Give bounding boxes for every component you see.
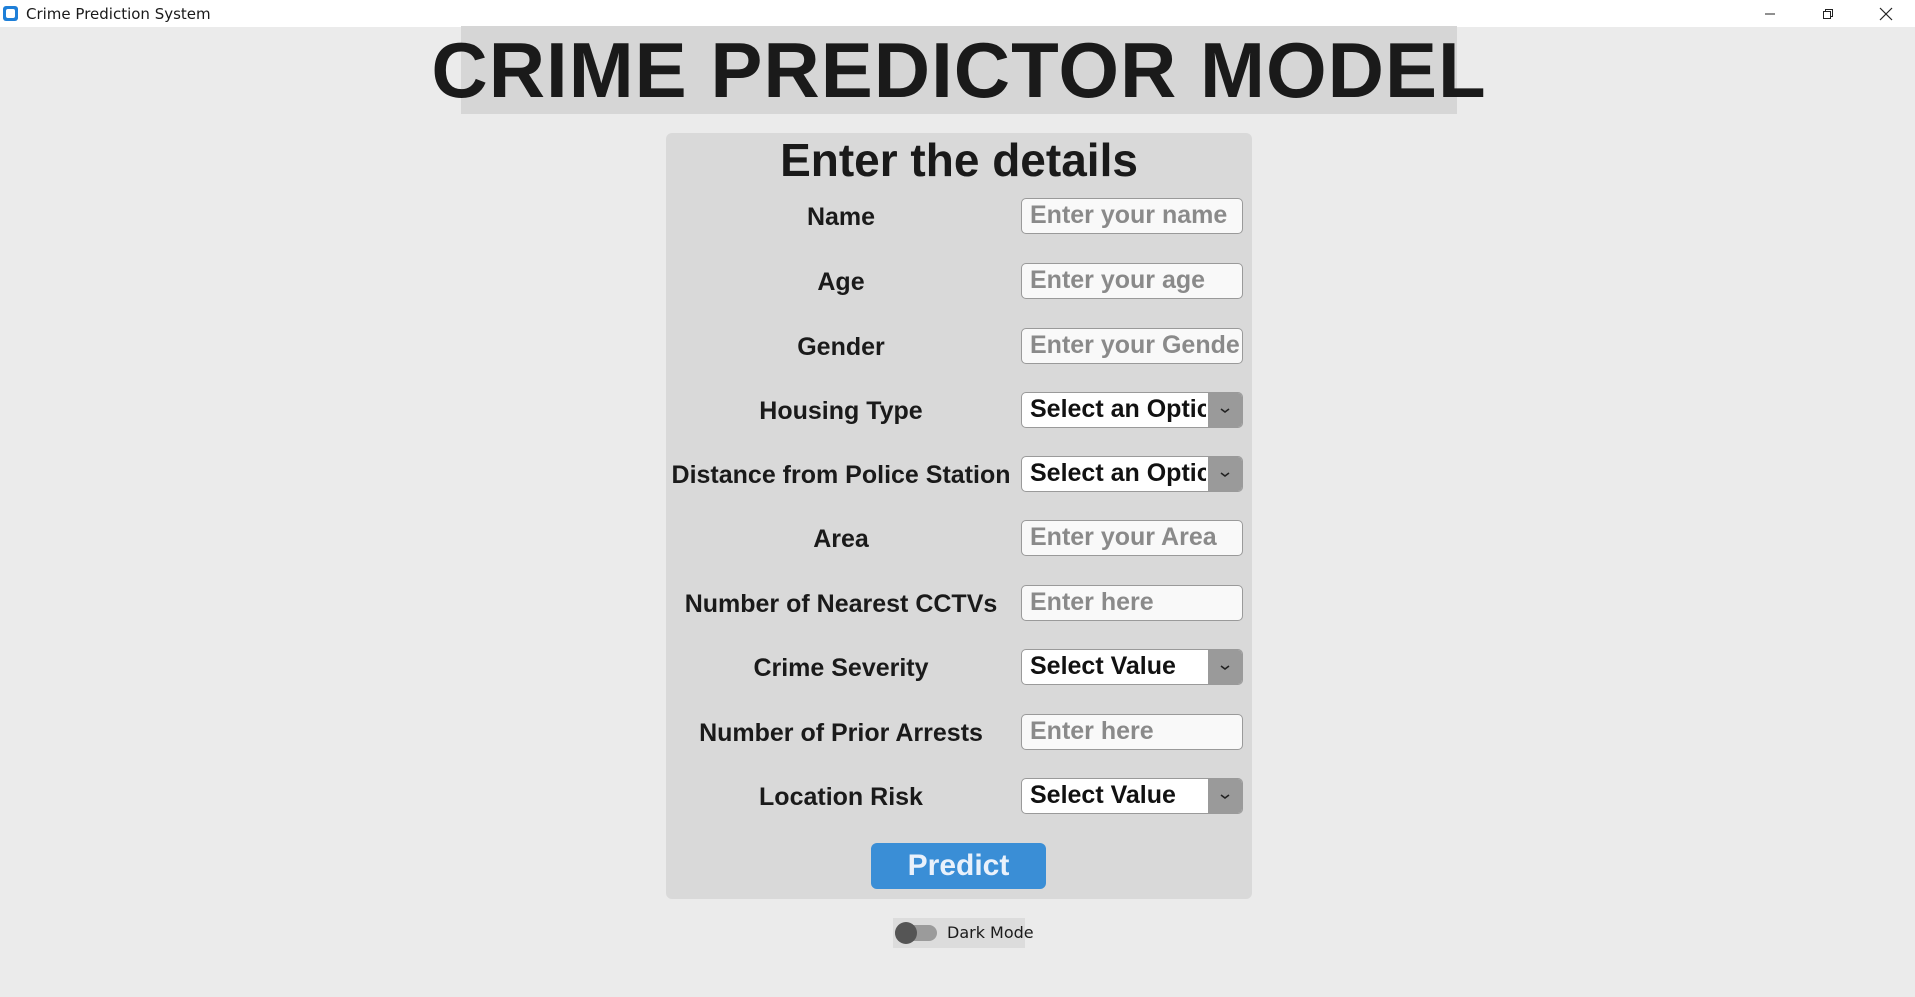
prior-arrests-input[interactable]: Enter here	[1021, 714, 1243, 750]
area-label: Area	[813, 525, 869, 553]
dark-mode-toggle[interactable]: Dark Mode	[893, 918, 1034, 948]
restore-icon	[1823, 8, 1833, 19]
location-risk-label: Location Risk	[759, 783, 923, 811]
housing-type-select[interactable]: Select an Optic	[1021, 392, 1243, 428]
crime-severity-row: Crime Severity Select Value	[666, 649, 1252, 687]
window-title: Crime Prediction System	[26, 4, 211, 23]
cctv-row: Number of Nearest CCTVs Enter here	[666, 585, 1252, 623]
name-input[interactable]: Enter your name	[1021, 198, 1243, 234]
dark-mode-switch[interactable]	[895, 922, 937, 944]
predict-button[interactable]: Predict	[871, 843, 1046, 889]
details-form: Enter the details Name Enter your name A…	[666, 133, 1252, 899]
title-bar: Crime Prediction System	[0, 0, 1915, 27]
location-risk-row: Location Risk Select Value	[666, 778, 1252, 816]
age-input[interactable]: Enter your age	[1021, 263, 1243, 299]
chevron-down-icon	[1220, 472, 1230, 477]
prior-arrests-label: Number of Prior Arrests	[699, 719, 983, 747]
cctv-input[interactable]: Enter here	[1021, 585, 1243, 621]
dark-mode-label: Dark Mode	[947, 923, 1034, 942]
cctv-label: Number of Nearest CCTVs	[684, 590, 998, 618]
form-heading: Enter the details	[780, 134, 1138, 186]
distance-label: Distance from Police Station	[671, 461, 1011, 489]
switch-knob	[895, 922, 917, 944]
name-label: Name	[806, 203, 876, 231]
restore-button[interactable]	[1799, 0, 1857, 27]
name-row: Name Enter your name	[666, 198, 1252, 236]
housing-type-value: Select an Optic	[1030, 395, 1206, 423]
crime-severity-label: Crime Severity	[753, 654, 929, 682]
dropdown-button[interactable]	[1208, 779, 1242, 813]
dropdown-button[interactable]	[1208, 650, 1242, 684]
age-row: Age Enter your age	[666, 263, 1252, 301]
gender-input[interactable]: Enter your Gende	[1021, 328, 1243, 364]
minimize-icon	[1765, 13, 1775, 14]
distance-select[interactable]: Select an Optic	[1021, 456, 1243, 492]
crime-severity-select[interactable]: Select Value	[1021, 649, 1243, 685]
close-icon	[1879, 7, 1893, 20]
crime-severity-value: Select Value	[1030, 652, 1176, 680]
age-label: Age	[817, 268, 865, 296]
prior-arrests-row: Number of Prior Arrests Enter here	[666, 714, 1252, 752]
gender-label: Gender	[797, 333, 885, 361]
location-risk-select[interactable]: Select Value	[1021, 778, 1243, 814]
close-button[interactable]	[1857, 0, 1915, 27]
distance-value: Select an Optic	[1030, 459, 1206, 487]
area-input[interactable]: Enter your Area	[1021, 520, 1243, 556]
chevron-down-icon	[1220, 794, 1230, 799]
window-controls	[1741, 0, 1915, 27]
dropdown-button[interactable]	[1208, 457, 1242, 491]
housing-type-row: Housing Type Select an Optic	[666, 392, 1252, 430]
page-title: CRIME PREDICTOR MODEL	[431, 25, 1487, 114]
gender-row: Gender Enter your Gende	[666, 328, 1252, 366]
dropdown-button[interactable]	[1208, 393, 1242, 427]
chevron-down-icon	[1220, 665, 1230, 670]
chevron-down-icon	[1220, 408, 1230, 413]
app-icon	[3, 6, 18, 21]
distance-row: Distance from Police Station Select an O…	[666, 456, 1252, 494]
housing-type-label: Housing Type	[759, 397, 923, 425]
minimize-button[interactable]	[1741, 0, 1799, 27]
location-risk-value: Select Value	[1030, 781, 1176, 809]
area-row: Area Enter your Area	[666, 520, 1252, 558]
